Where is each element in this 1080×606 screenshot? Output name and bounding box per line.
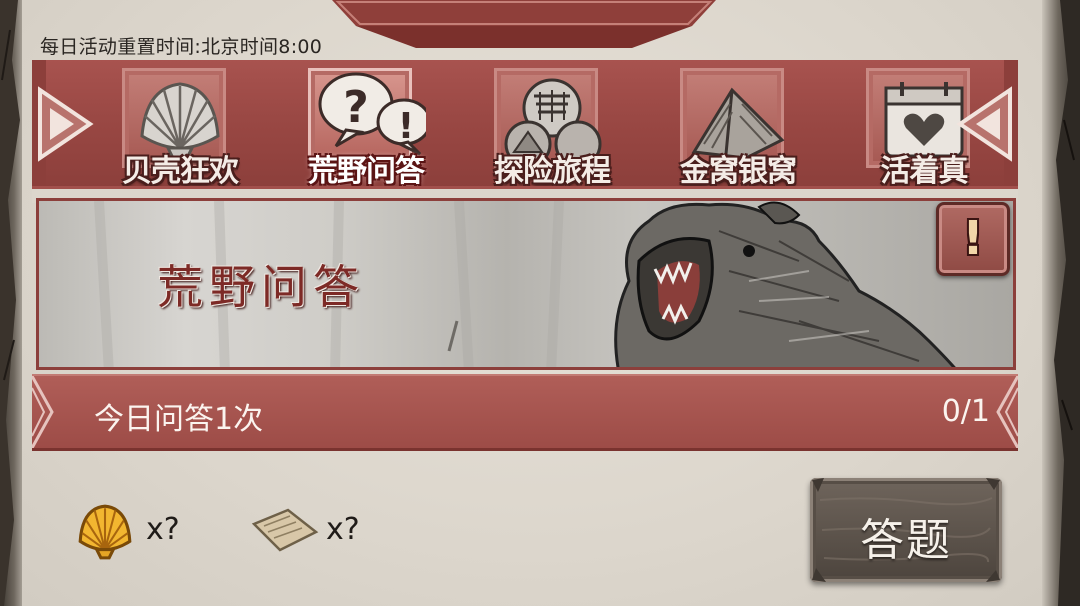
answer-button-label: 答题 [860,515,952,566]
paper-note-icon [251,508,319,552]
tab-wild-quiz[interactable]: ? ! 荒野问答 [308,68,426,188]
daily-quota-bar: 今日问答1次 0/1 [32,374,1018,451]
event-banner: 荒野问答 [36,198,1016,370]
tab-expedition[interactable]: 探险旅程 [494,68,612,188]
scroll-right-arrow-icon[interactable] [946,60,1018,188]
game-screen: 每日活动重置时间:北京时间8:00 贝壳狂欢 ? ! 荒野问答 探险旅程 金窝银… [0,0,1080,606]
gold-shell-icon [78,504,132,560]
svg-text:!: ! [398,106,414,147]
note-reward-quantity: x? [326,512,360,547]
tab-label: 荒野问答 [308,154,425,188]
daily-quota-label: 今日问答1次 [94,402,264,437]
info-button[interactable]: ! [936,202,1010,276]
daily-reset-notice: 每日活动重置时间:北京时间8:00 [40,36,323,58]
right-border-decoration [1054,0,1080,606]
quota-bar-left-ornament [32,376,54,448]
tab-label: 贝壳狂欢 [122,154,239,188]
banner-title: 荒野问答 [157,260,365,314]
svg-text:?: ? [343,82,369,133]
event-tab-strip[interactable]: 贝壳狂欢 ? ! 荒野问答 探险旅程 金窝银窝 活着真 [32,60,1018,188]
scroll-left-arrow-icon[interactable] [32,60,104,188]
daily-quota-count: 0/1 [941,394,990,429]
tab-label: 金窝银窝 [680,154,797,188]
answer-quiz-button[interactable]: 答题 [810,478,1002,582]
exclamation-icon: ! [962,211,984,265]
shell-reward-quantity: x? [146,512,180,547]
top-header-ornament [332,0,716,48]
tab-label: 探险旅程 [494,154,611,188]
tab-shell-carnival[interactable]: 贝壳狂欢 [122,68,240,188]
tab-cozy-nest[interactable]: 金窝银窝 [680,68,798,188]
